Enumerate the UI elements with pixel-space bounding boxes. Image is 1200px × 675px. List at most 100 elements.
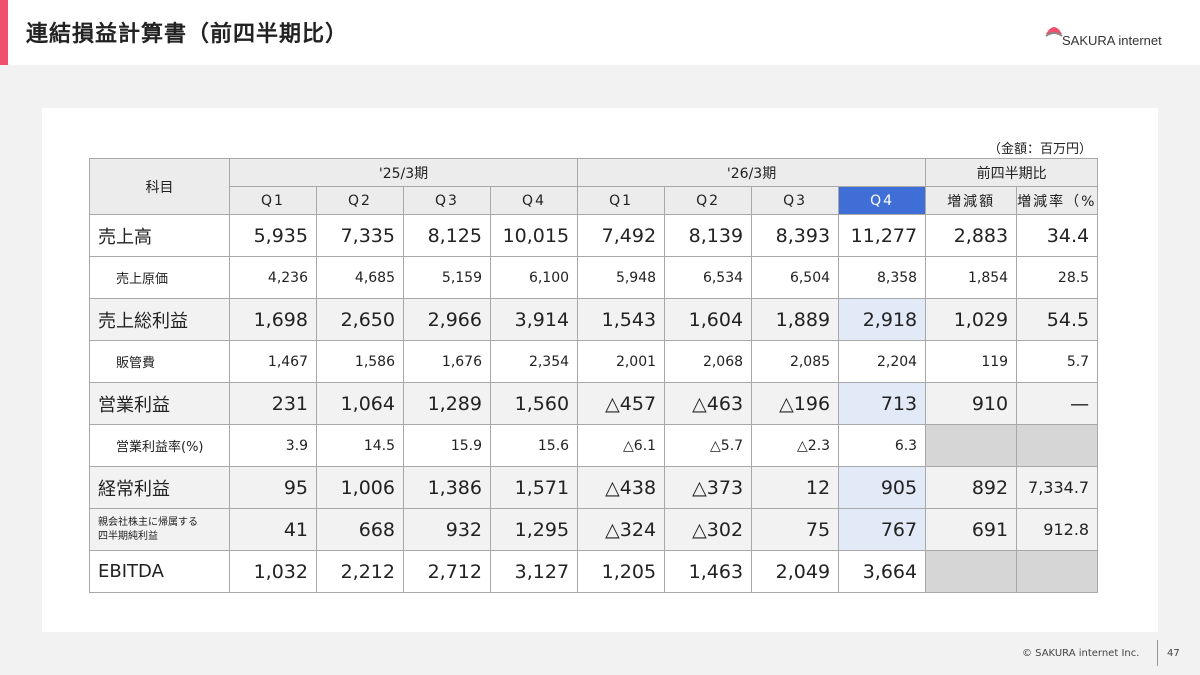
cell: 15.6 [489,424,579,467]
cell: 1,676 [403,340,491,383]
cell: 5,159 [403,256,491,299]
cell: 1,463 [664,550,753,593]
cell: 2,068 [664,340,753,383]
row-label: 売上原価 [89,256,230,299]
cell: 1,289 [403,382,491,425]
table-row: 売上総利益 1,698 2,650 2,966 3,914 1,543 1,60… [89,298,1099,341]
cell: 8,393 [751,214,840,257]
cell: 1,029 [925,298,1018,341]
cell: 95 [229,466,317,509]
table-row: EBITDA 1,032 2,212 2,712 3,127 1,205 1,4… [89,550,1099,593]
table-row: 販管費 1,467 1,586 1,676 2,354 2,001 2,068 … [89,340,1099,383]
cell: 2,204 [838,340,927,383]
cell: 713 [838,382,927,425]
fy26-q1-header: Q1 [577,186,666,215]
fy26-header: '26/3期 [577,158,927,187]
row-label: 営業利益 [89,382,230,425]
cell: 1,064 [316,382,404,425]
cell: 4,685 [316,256,404,299]
cell: 1,205 [577,550,666,593]
cell: 668 [316,508,404,551]
table-row: 営業利益 231 1,064 1,289 1,560 △457 △463 △19… [89,382,1099,425]
cell: △438 [577,466,666,509]
slide-header: 連結損益計算書（前四半期比） SAKURA internet [0,0,1200,65]
cell: 5,948 [577,256,666,299]
logo-text: SAKURA internet [1062,33,1162,48]
row-label: 売上高 [89,214,230,257]
fy25-header: '25/3期 [228,158,579,187]
cell: 2,712 [403,550,491,593]
cell: 7,335 [316,214,404,257]
row-label: 販管費 [89,340,230,383]
cell: 41 [229,508,317,551]
cell: △2.3 [751,424,840,467]
empty-cell [925,550,1018,593]
table-row: 売上高 5,935 7,335 8,125 10,015 7,492 8,139… [89,214,1099,257]
cell: 1,386 [403,466,491,509]
row-label: 親会社株主に帰属する 四半期純利益 [89,508,230,551]
cell: 2,049 [751,550,840,593]
cell: 119 [925,340,1018,383]
cell: 14.5 [316,424,404,467]
cell: △373 [664,466,753,509]
diff-header: 前四半期比 [925,158,1099,187]
cell: 6.3 [838,424,927,467]
cell: 1,571 [489,466,579,509]
cell: 1,854 [925,256,1018,299]
cell: 3.9 [229,424,317,467]
cell: 910 [925,382,1018,425]
cell: 892 [925,466,1018,509]
cell: △457 [577,382,666,425]
cell: 3,914 [489,298,579,341]
income-statement-table: 科目 '25/3期 '26/3期 前四半期比 Q1 Q2 Q3 Q4 Q1 Q2… [89,158,1099,593]
row-label: 営業利益率(%) [89,424,230,467]
table-row: 経常利益 95 1,006 1,386 1,571 △438 △373 12 9… [89,466,1099,509]
cell: 1,586 [316,340,404,383]
cell: 6,504 [751,256,840,299]
cell: 2,883 [925,214,1018,257]
diff-rate-unit: （%） [1065,193,1097,210]
diff-rate-header: 増減率（%） [1016,186,1099,215]
cell: 1,889 [751,298,840,341]
cell: 8,125 [403,214,491,257]
fy26-q4-header: Q4 [838,186,927,215]
page-number: 47 [1167,648,1180,659]
fy25-q1-header: Q1 [229,186,317,215]
fy25-q4-header: Q4 [489,186,579,215]
footer-divider [1157,640,1158,666]
cell: 54.5 [1016,298,1099,341]
accent-bar [0,0,8,65]
cell: 75 [751,508,840,551]
cell: 2,085 [751,340,840,383]
cell: △6.1 [577,424,666,467]
cell: 691 [925,508,1018,551]
cell: 1,543 [577,298,666,341]
cell: 2,966 [403,298,491,341]
diff-amount-header: 増減額 [925,186,1018,215]
cell: 231 [229,382,317,425]
cell: 6,100 [489,256,579,299]
cell: 2,001 [577,340,666,383]
cell: — [1016,382,1099,425]
cell: 28.5 [1016,256,1099,299]
sakura-logo-icon [1045,27,1063,37]
cell: 932 [403,508,491,551]
row-label: EBITDA [89,550,230,593]
diff-rate-label: 増減率 [1017,193,1066,210]
row-label-line2: 四半期純利益 [98,530,158,542]
fy26-q2-header: Q2 [664,186,753,215]
cell: 8,358 [838,256,927,299]
cell: △5.7 [664,424,753,467]
cell: 3,127 [489,550,579,593]
cell: 2,918 [838,298,927,341]
cell: 4,236 [229,256,317,299]
fy25-q2-header: Q2 [316,186,404,215]
cell: 10,015 [489,214,579,257]
fy26-q3-header: Q3 [751,186,840,215]
cell: 5.7 [1016,340,1099,383]
cell: 6,534 [664,256,753,299]
table-row: 親会社株主に帰属する 四半期純利益 41 668 932 1,295 △324 △… [89,508,1099,551]
cell: 1,698 [229,298,317,341]
empty-cell [1016,424,1099,467]
cell: 3,664 [838,550,927,593]
